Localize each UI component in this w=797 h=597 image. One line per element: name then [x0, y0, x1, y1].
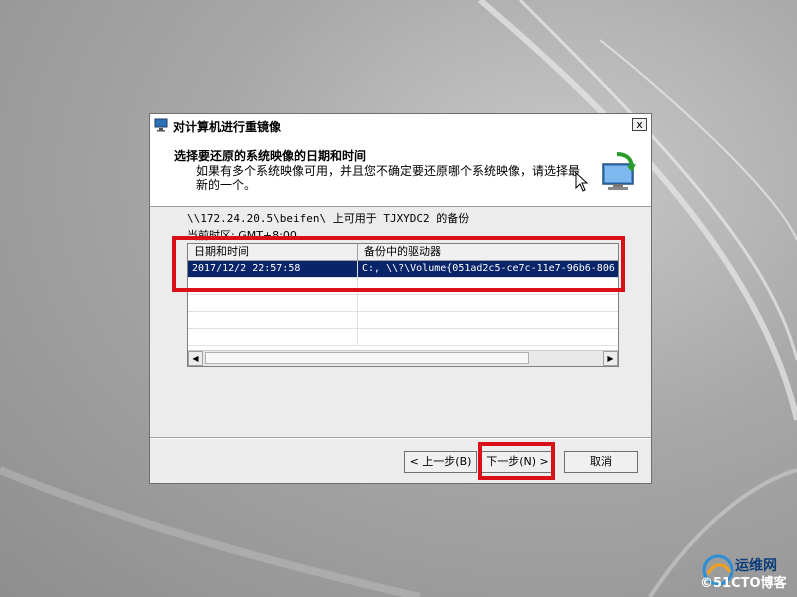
timezone-text: 当前时区: GMT+8:00 — [187, 229, 297, 242]
header-title: 选择要还原的系统映像的日期和时间 — [174, 149, 367, 163]
back-button[interactable]: < 上一步(B) — [404, 451, 477, 473]
empty-cell — [358, 278, 618, 294]
restore-computer-icon — [602, 152, 636, 190]
table-row-empty — [188, 312, 618, 329]
empty-cell — [358, 312, 618, 328]
row-drives: C:, \\?\Volume{051ad2c5-ce7c-11e7-96b6-8… — [362, 263, 615, 274]
backup-list[interactable]: 日期和时间 备份中的驱动器 2017/12/2 22:57:58 C:, \\?… — [187, 243, 619, 367]
mouse-cursor-icon — [575, 172, 589, 192]
header-description: 如果有多个系统映像可用，并且您不确定要还原哪个系统映像，请选择最新的一个。 — [196, 164, 581, 192]
empty-cell — [358, 295, 618, 311]
table-row-empty — [188, 278, 618, 295]
table-row-empty — [188, 295, 618, 312]
watermark-text-bottom: ©51CTO博客 — [700, 576, 787, 591]
empty-cell — [188, 295, 358, 311]
empty-cell — [188, 278, 358, 294]
close-icon: x — [636, 118, 643, 131]
computer-icon — [154, 118, 168, 132]
next-button[interactable]: 下一步(N) > — [481, 451, 554, 473]
empty-cell — [188, 329, 358, 345]
table-row-empty — [188, 329, 618, 346]
list-header: 日期和时间 备份中的驱动器 — [188, 244, 618, 261]
table-row[interactable]: 2017/12/2 22:57:58 C:, \\?\Volume{051ad2… — [188, 261, 618, 278]
horizontal-scrollbar[interactable]: ◀ ▶ — [188, 350, 618, 366]
column-header-drives[interactable]: 备份中的驱动器 — [358, 244, 618, 260]
row-date: 2017/12/2 22:57:58 — [188, 261, 358, 277]
cancel-button[interactable]: 取消 — [564, 451, 638, 473]
reimage-dialog: 对计算机进行重镜像 x 选择要还原的系统映像的日期和时间 如果有多个系统映像可用… — [149, 113, 652, 484]
scroll-left-icon[interactable]: ◀ — [188, 351, 203, 366]
scrollbar-thumb[interactable] — [205, 352, 529, 364]
backup-source-text: \\172.24.20.5\beifen\ 上可用于 TJXYDC2 的备份 — [187, 212, 470, 225]
column-header-date[interactable]: 日期和时间 — [188, 244, 358, 260]
empty-cell — [358, 329, 618, 345]
scroll-right-icon[interactable]: ▶ — [603, 351, 618, 366]
close-button[interactable]: x — [632, 118, 647, 131]
empty-cell — [188, 312, 358, 328]
wizard-header: 选择要还原的系统映像的日期和时间 如果有多个系统映像可用，并且您不确定要还原哪个… — [150, 136, 651, 207]
dialog-titlebar[interactable]: 对计算机进行重镜像 x — [150, 114, 651, 137]
dialog-title: 对计算机进行重镜像 — [173, 120, 282, 134]
button-separator — [150, 437, 651, 439]
